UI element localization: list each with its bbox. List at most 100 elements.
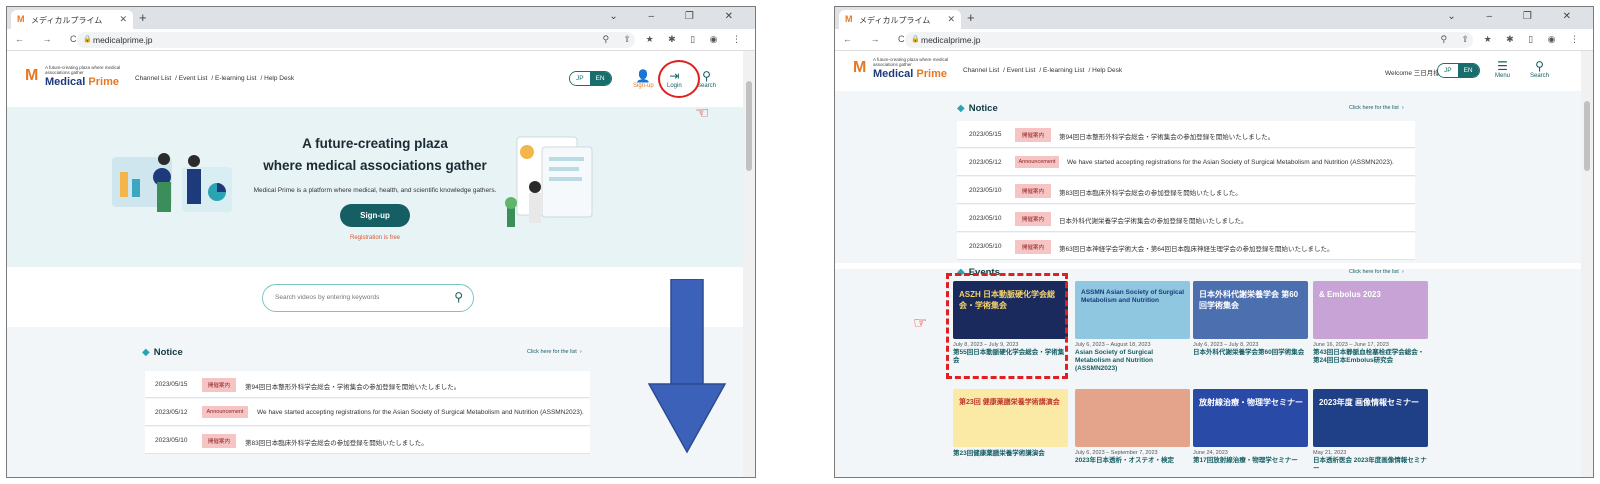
notice-tag: Announcement — [202, 406, 248, 418]
event-card[interactable]: 2023年度 画像情報セミナー May 21, 2023 日本透析医会 2023… — [1313, 389, 1428, 473]
notice-text: We have started accepting registrations … — [1067, 159, 1394, 166]
browser-tab[interactable]: M メディカルプライム ✕ — [11, 10, 133, 29]
nav-elearning-list[interactable]: E-learning List — [1043, 67, 1085, 74]
new-tab-button[interactable]: + — [139, 10, 147, 25]
event-card[interactable]: July 6, 2023 – September 7, 2023 2023年日本… — [1075, 389, 1190, 465]
menu-button[interactable]: ☰ Menu — [1495, 59, 1510, 79]
notice-row[interactable]: 2023/05/15 開催案内 第94回日本整形外科学会総会・学術集会の参加登録… — [957, 121, 1415, 148]
notice-date: 2023/05/10 — [969, 187, 1002, 194]
signup-link[interactable]: 👤 Sign-up — [633, 69, 654, 89]
search-link[interactable]: ⚲ Search — [1530, 59, 1549, 79]
notice-row[interactable]: 2023/05/10 開催案内 日本外科代謝栄養学会学術集会の参加登録を開始いた… — [957, 205, 1415, 232]
event-card[interactable]: 放射線治療・物理学セミナー June 24, 2023 第17回放射線治療・物理… — [1193, 389, 1308, 465]
notice-text: 第63回日本神経学会学術大会・第64回日本臨床神経生理学会の参加登録を開始いたし… — [1059, 246, 1334, 253]
nav-event-list[interactable]: Event List — [1007, 67, 1036, 74]
language-toggle[interactable]: JP EN — [1437, 63, 1480, 78]
lang-en[interactable]: EN — [589, 72, 611, 85]
notice-row[interactable]: 2023/05/10 開催案内 第63回日本神経学会学術大会・第64回日本臨床神… — [957, 233, 1415, 260]
event-card[interactable]: & Embolus 2023 June 16, 2023 – June 17, … — [1313, 281, 1428, 365]
notice-list-link[interactable]: Click here for the list › — [1349, 105, 1404, 111]
brand-prime: Prime — [916, 68, 947, 80]
browser-tab[interactable]: M メディカルプライム ✕ — [839, 10, 961, 29]
event-card[interactable]: 第23回 健康薬膳栄養学術講演会 第23回健康薬膳栄養学術講演会 — [953, 389, 1068, 458]
medical-prime-logo[interactable]: M A future-creating plaza where medical … — [25, 65, 137, 88]
notice-heading: ◆ Notice — [142, 347, 183, 358]
logo-brand: Medical Prime — [873, 68, 965, 80]
nav-channel-list[interactable]: Channel List — [963, 67, 999, 74]
page-viewport: M A future-creating plaza where medical … — [7, 51, 743, 477]
page-viewport: M A future-creating plaza where medical … — [835, 51, 1581, 477]
notice-diamond-icon: ◆ — [957, 103, 965, 114]
hamburger-icon: ☰ — [1497, 59, 1508, 73]
notice-tag: 開催案内 — [1015, 184, 1051, 198]
notice-row[interactable]: 2023/05/10 開催案内 第83回日本臨床外科学会総会の参加登録を開始いた… — [957, 177, 1415, 204]
menu-label: Menu — [1495, 73, 1511, 79]
notice-row[interactable]: 2023/05/12 Announcement We have started … — [957, 149, 1415, 176]
notice-row[interactable]: 2023/05/12 Announcement We have started … — [145, 399, 590, 426]
screenshot-after-login: M メディカルプライム ✕ + ⌄ – ❐ ✕ ← → C ⌂ 🔒 medica… — [834, 6, 1594, 478]
hero-illustration-right — [505, 136, 593, 227]
section-divider — [835, 263, 1581, 269]
events-list-link[interactable]: Click here for the list › — [1349, 269, 1404, 275]
event-thumbnail: & Embolus 2023 — [1313, 281, 1428, 339]
event-date: June 24, 2023 — [1193, 450, 1228, 456]
notice-row[interactable]: 2023/05/10 開催案内 第83回日本臨床外科学会総会の参加登録を開始いた… — [145, 427, 590, 454]
address-bar: ← → C ⌂ 🔒 medicalprime.jp ⚲ ⇪ ★ ✱ ▯ ◉ ⋮ — [7, 29, 755, 51]
event-thumb-label: & Embolus 2023 — [1319, 290, 1381, 299]
extension-icons[interactable]: ⚲ ⇪ ★ ✱ ▯ ◉ ⋮ — [602, 34, 747, 45]
site-nav: Channel List / Event List / E-learning Lis… — [963, 67, 1123, 74]
language-toggle[interactable]: JP EN — [569, 71, 612, 86]
event-title: 日本透析医会 2023年度画像情報セミナー — [1313, 457, 1427, 472]
logo-tagline: A future-creating plaza where medical as… — [45, 65, 121, 75]
close-tab-icon[interactable]: ✕ — [947, 14, 955, 25]
medical-prime-logo[interactable]: M A future-creating plaza where medical … — [853, 57, 965, 80]
event-card[interactable]: ASSMN Asian Society of Surgical Metaboli… — [1075, 281, 1190, 373]
scrollbar-thumb[interactable] — [746, 81, 752, 171]
window-controls[interactable]: ⌄ – ❐ ✕ — [1447, 11, 1585, 22]
lang-jp[interactable]: JP — [570, 72, 590, 85]
notice-row[interactable]: 2023/05/15 開催案内 第94回日本整形外科学会総会・学術集会の参加登録… — [145, 371, 590, 398]
lang-jp[interactable]: JP — [1438, 64, 1458, 77]
url-field[interactable]: 🔒 medicalprime.jp — [77, 32, 635, 48]
url-text: medicalprime.jp — [921, 35, 981, 45]
notice-tag: 開催案内 — [202, 378, 236, 392]
scrollbar-thumb[interactable] — [1584, 101, 1590, 171]
lang-en[interactable]: EN — [1457, 64, 1479, 77]
close-tab-icon[interactable]: ✕ — [119, 14, 127, 25]
notice-tag: 開催案内 — [1015, 212, 1051, 226]
tab-strip: M メディカルプライム ✕ + ⌄ – ❐ ✕ — [7, 7, 755, 29]
extension-glyphs: ⚲ ⇪ ★ ✱ ▯ ◉ ⋮ — [602, 34, 747, 44]
notice-date: 2023/05/10 — [155, 437, 188, 444]
pointing-hand-icon: ☞ — [913, 315, 928, 332]
event-thumb-label: ASSMN Asian Society of Surgical Metaboli… — [1081, 289, 1185, 304]
scrollbar[interactable] — [1581, 51, 1593, 477]
event-date: July 6, 2023 – September 7, 2023 — [1075, 450, 1158, 456]
site-header: M A future-creating plaza where medical … — [835, 51, 1581, 91]
nav-elearning-list[interactable]: E-learning List — [215, 75, 257, 82]
scrollbar[interactable] — [743, 51, 755, 477]
nav-event-list[interactable]: Event List — [179, 75, 208, 82]
logo-brand: Medical Prime — [45, 76, 137, 88]
nav-help-desk[interactable]: Help Desk — [1092, 67, 1122, 74]
nav-channel-list[interactable]: Channel List — [135, 75, 171, 82]
event-date: July 6, 2023 – July 8, 2023 — [1193, 342, 1259, 348]
window-controls[interactable]: ⌄ – ❐ ✕ — [609, 11, 747, 22]
video-search-input[interactable]: Search videos by entering keywords ⚲ — [262, 284, 474, 312]
events-list-link-label: Click here for the list — [1349, 269, 1399, 275]
extension-icons[interactable]: ⚲ ⇪ ★ ✱ ▯ ◉ ⋮ — [1440, 34, 1585, 45]
hero-signup-button[interactable]: Sign-up — [340, 204, 410, 227]
signup-label: Sign-up — [633, 83, 654, 89]
notice-title: Notice — [153, 347, 183, 358]
logo-mark-icon: M — [25, 67, 39, 84]
event-card[interactable]: 日本外科代謝栄養学会 第60回学術集会 July 6, 2023 – July … — [1193, 281, 1308, 357]
login-highlight-circle — [658, 60, 700, 98]
search-submit-icon[interactable]: ⚲ — [454, 290, 463, 304]
notice-list-link[interactable]: Click here for the list › — [527, 349, 582, 355]
notice-list-link-label: Click here for the list — [1349, 105, 1399, 111]
nav-help-desk[interactable]: Help Desk — [264, 75, 294, 82]
new-tab-button[interactable]: + — [967, 10, 975, 25]
event-title: 日本外科代謝栄養学会第60回学術集会 — [1193, 349, 1305, 356]
event-thumbnail: 放射線治療・物理学セミナー — [1193, 389, 1308, 447]
url-field[interactable]: 🔒 medicalprime.jp — [905, 32, 1473, 48]
event-thumbnail: ASSMN Asian Society of Surgical Metaboli… — [1075, 281, 1190, 339]
